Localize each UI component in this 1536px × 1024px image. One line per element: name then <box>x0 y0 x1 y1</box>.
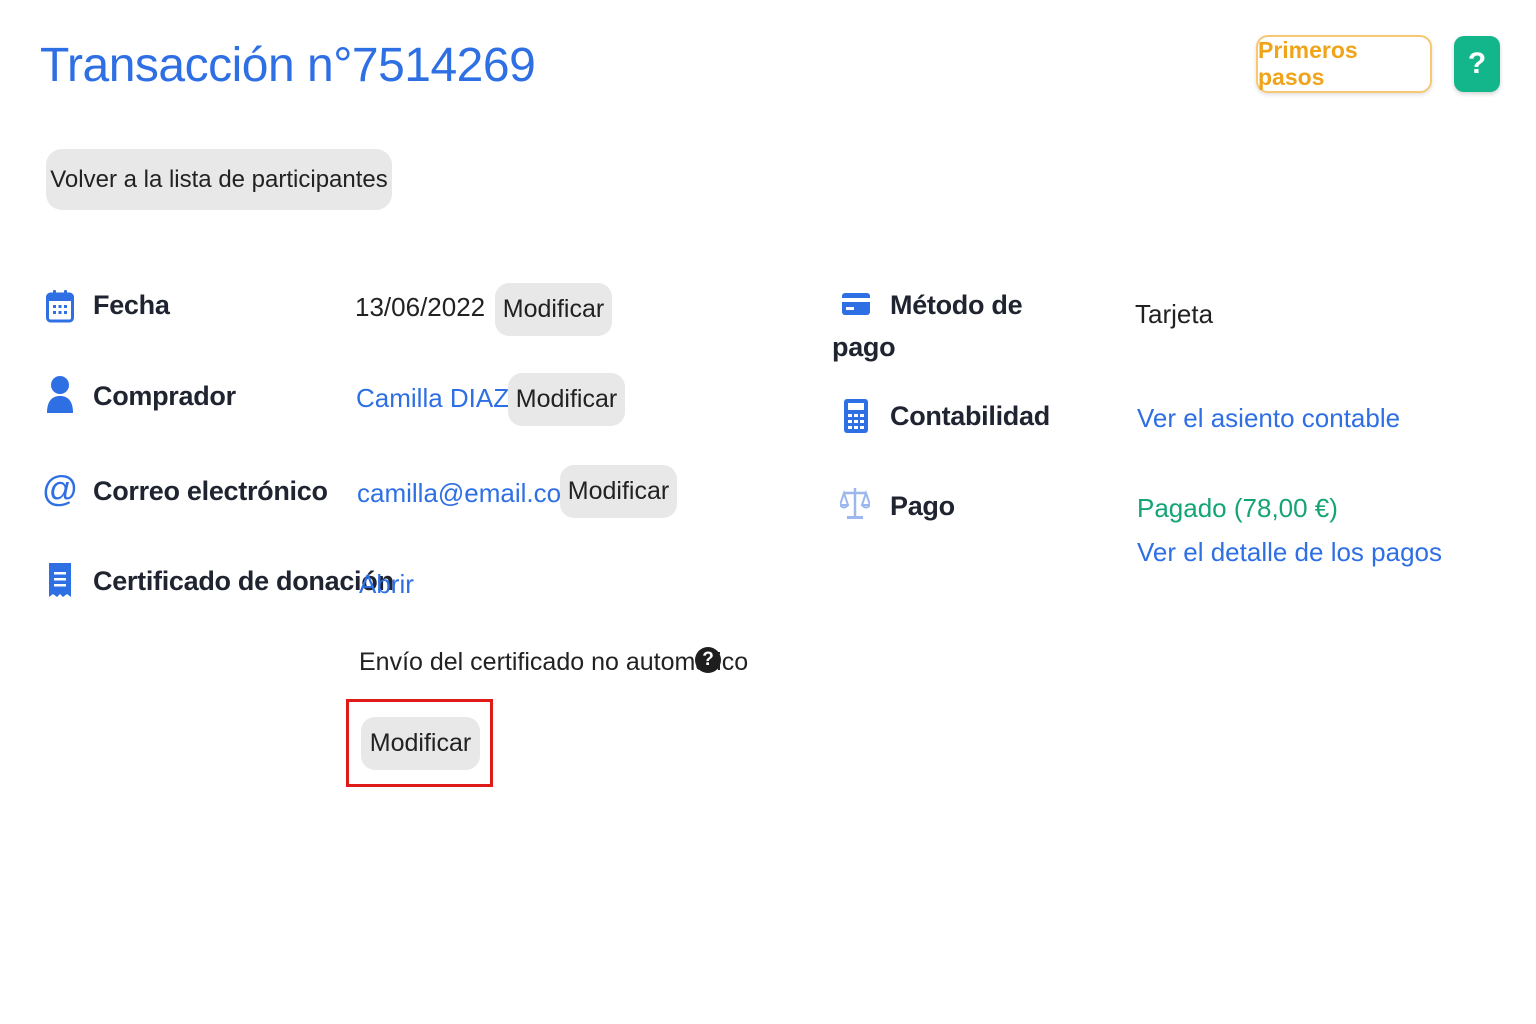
scale-icon <box>840 486 870 520</box>
date-label: Fecha <box>93 290 170 320</box>
payment-method-value: Tarjeta <box>1135 299 1214 329</box>
email-label: Correo electrónico <box>93 476 328 506</box>
modify-date-button[interactable]: Modificar <box>495 283 612 336</box>
modify-certificate-button[interactable]: Modificar <box>361 717 480 770</box>
credit-card-icon <box>842 293 870 315</box>
transaction-page: Transacción n°7514269 Primeros pasos ? V… <box>0 0 1536 1024</box>
back-to-participants-button[interactable]: Volver a la lista de participantes <box>46 149 392 210</box>
certificate-sending-note: Envío del certificado no automático <box>359 648 749 676</box>
open-certificate-link[interactable]: Abrir <box>359 569 414 600</box>
accounting-entry-link[interactable]: Ver el asiento contable <box>1137 403 1400 434</box>
donation-certificate-label: Certificado de donación <box>93 566 394 596</box>
buyer-label: Comprador <box>93 381 236 411</box>
calendar-icon <box>46 288 74 324</box>
help-button[interactable]: ? <box>1454 36 1500 92</box>
payment-status: Pagado (78,00 €) <box>1137 493 1338 523</box>
buyer-name-link[interactable]: Camilla DIAZ <box>356 383 509 414</box>
question-circle-icon[interactable]: ? <box>695 647 721 673</box>
accounting-label: Contabilidad <box>890 401 1050 431</box>
calculator-icon <box>844 398 868 434</box>
payment-method-label-line2: pago <box>832 332 896 362</box>
first-steps-button[interactable]: Primeros pasos <box>1256 35 1432 93</box>
modify-email-button[interactable]: Modificar <box>560 465 677 518</box>
payment-label: Pago <box>890 491 955 521</box>
date-value: 13/06/2022 <box>355 292 486 322</box>
user-icon <box>46 375 74 415</box>
page-title: Transacción n°7514269 <box>40 39 536 92</box>
payment-method-label-line1: Método de <box>890 290 1023 320</box>
payment-details-link[interactable]: Ver el detalle de los pagos <box>1137 537 1442 568</box>
email-link[interactable]: camilla@email.com <box>357 478 583 509</box>
receipt-icon <box>48 562 72 598</box>
at-icon: @ <box>41 468 79 509</box>
modify-buyer-button[interactable]: Modificar <box>508 373 625 426</box>
